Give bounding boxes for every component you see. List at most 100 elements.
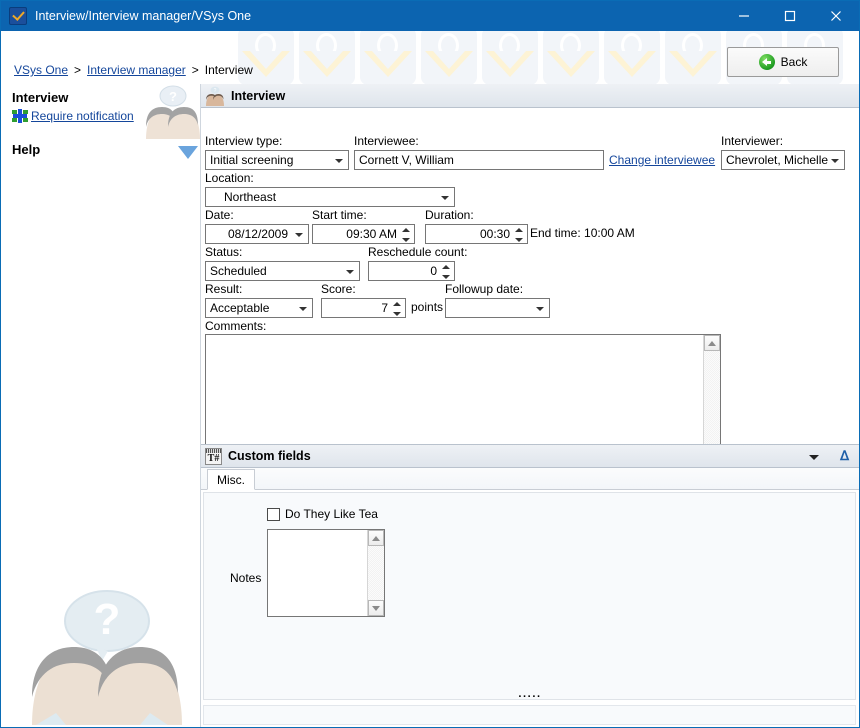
interviewee-value: Cornett V, William (359, 153, 454, 167)
duration-label: Duration: (425, 208, 474, 222)
tab-misc-label: Misc. (217, 472, 245, 487)
do-they-like-tea-checkbox[interactable] (267, 507, 280, 521)
scroll-down-icon[interactable] (368, 600, 384, 616)
status-value: Scheduled (210, 264, 267, 278)
panel-resize-handle[interactable]: ····· (518, 691, 541, 703)
result-select[interactable]: Acceptable (205, 298, 313, 318)
scroll-up-icon[interactable] (704, 335, 720, 351)
comments-label: Comments: (205, 319, 267, 333)
interview-type-label: Interview type: (205, 134, 283, 148)
spinner-icon[interactable] (442, 264, 451, 280)
maximize-icon[interactable] (767, 1, 813, 31)
interviewer-select[interactable]: Chevrolet, Michelle (721, 150, 845, 170)
require-notification-icon (12, 108, 28, 124)
interview-type-value: Initial screening (210, 153, 294, 167)
notes-textarea[interactable] (267, 529, 385, 617)
result-value: Acceptable (210, 301, 270, 315)
interview-section-title: Interview (231, 88, 286, 103)
notes-scrollbar[interactable] (367, 530, 384, 616)
svg-text:?: ? (169, 89, 177, 104)
chevron-down-icon (441, 196, 449, 200)
start-time-stepper[interactable]: 09:30 AM (312, 224, 415, 244)
spinner-icon[interactable] (393, 301, 402, 317)
score-label: Score: (321, 282, 356, 296)
two-people-question-icon: ? (142, 84, 200, 139)
two-people-icon: ? (205, 86, 225, 106)
start-time-label: Start time: (312, 208, 367, 222)
close-icon[interactable] (813, 1, 859, 31)
breadcrumb-separator: > (191, 63, 199, 77)
interviewer-label: Interviewer: (721, 134, 784, 148)
change-interviewee-link[interactable]: Change interviewee (609, 153, 715, 167)
interview-form: Interview type: Initial screening Interv… (201, 108, 859, 462)
score-value: 7 (381, 301, 388, 315)
interview-type-select[interactable]: Initial screening (205, 150, 349, 170)
score-unit-label: points (411, 300, 444, 314)
score-stepper[interactable]: 7 (321, 298, 406, 318)
custom-fields-footer (203, 705, 856, 725)
text-number-field-icon: T# (205, 447, 222, 465)
comments-textarea[interactable] (205, 334, 721, 462)
tabstrip-background (201, 468, 859, 490)
reschedule-count-label: Reschedule count: (368, 245, 468, 259)
sidebar-item-label: Require notification (31, 109, 134, 123)
double-chevron-up-icon[interactable]: ᐃ (840, 449, 849, 463)
comments-scrollbar[interactable] (703, 335, 720, 461)
chevron-down-icon (831, 159, 839, 163)
back-button[interactable]: Back (727, 47, 839, 77)
duration-value: 00:30 (479, 227, 510, 241)
chevron-down-icon (295, 233, 303, 237)
window-controls (721, 1, 859, 31)
breadcrumb-separator: > (74, 63, 82, 77)
spinner-icon[interactable] (515, 227, 524, 243)
location-select[interactable]: Northeast (205, 187, 455, 207)
chevron-down-icon (299, 307, 307, 311)
start-time-value: 09:30 AM (346, 227, 397, 241)
tab-misc[interactable]: Misc. (207, 469, 255, 490)
back-arrow-icon (758, 54, 775, 70)
spinner-icon[interactable] (402, 227, 411, 243)
interviewee-label: Interviewee: (354, 134, 419, 148)
chevron-down-icon (536, 307, 544, 311)
custom-fields-body: Do They Like Tea Notes (203, 492, 856, 700)
sidebar: Interview Require notification Help ? ? (2, 84, 201, 727)
result-label: Result: (205, 282, 243, 296)
title-bar: Interview/Interview manager/VSys One (1, 1, 859, 31)
reschedule-count-value: 0 (430, 264, 437, 278)
breadcrumb-item-vsys-one[interactable]: VSys One (14, 63, 68, 77)
down-triangle-icon[interactable] (178, 146, 198, 159)
breadcrumb-item-interview: Interview (204, 63, 253, 77)
application-window: Interview/Interview manager/VSys One VSy… (0, 0, 860, 728)
vsys-shield-icon (9, 7, 27, 25)
breadcrumb: VSys One > Interview manager > Interview (14, 63, 253, 77)
followup-date-label: Followup date: (445, 282, 524, 296)
window-title: Interview/Interview manager/VSys One (35, 9, 252, 23)
interview-section-header: ? Interview (201, 84, 859, 108)
two-people-question-large-icon: ? (22, 585, 192, 725)
location-label: Location: (205, 171, 254, 185)
do-they-like-tea-label: Do They Like Tea (285, 507, 378, 521)
custom-fields-title: Custom fields (228, 449, 311, 463)
svg-text:?: ? (94, 595, 121, 644)
date-picker[interactable]: 08/12/2009 (205, 224, 309, 244)
status-select[interactable]: Scheduled (205, 261, 360, 281)
duration-stepper[interactable]: 00:30 (425, 224, 528, 244)
chevron-down-icon (346, 270, 354, 274)
custom-fields-tabstrip: Misc. (201, 468, 859, 490)
back-button-label: Back (780, 55, 808, 69)
date-value: 08/12/2009 (227, 227, 288, 241)
chevron-down-icon (335, 159, 343, 163)
chevron-down-icon[interactable] (809, 455, 819, 460)
date-label: Date: (205, 208, 234, 222)
reschedule-count-stepper[interactable]: 0 (368, 261, 455, 281)
end-time-text: End time: 10:00 AM (530, 226, 635, 240)
location-value: Northeast (224, 190, 277, 204)
interviewee-input[interactable]: Cornett V, William (354, 150, 604, 170)
scroll-up-icon[interactable] (368, 530, 384, 546)
sidebar-item-require-notification[interactable]: Require notification (12, 108, 134, 124)
breadcrumb-item-interview-manager[interactable]: Interview manager (87, 63, 186, 77)
followup-date-picker[interactable] (445, 298, 550, 318)
minimize-icon[interactable] (721, 1, 767, 31)
custom-fields-header: T# Custom fields ᐃ (201, 444, 859, 468)
notes-label: Notes (230, 571, 262, 585)
